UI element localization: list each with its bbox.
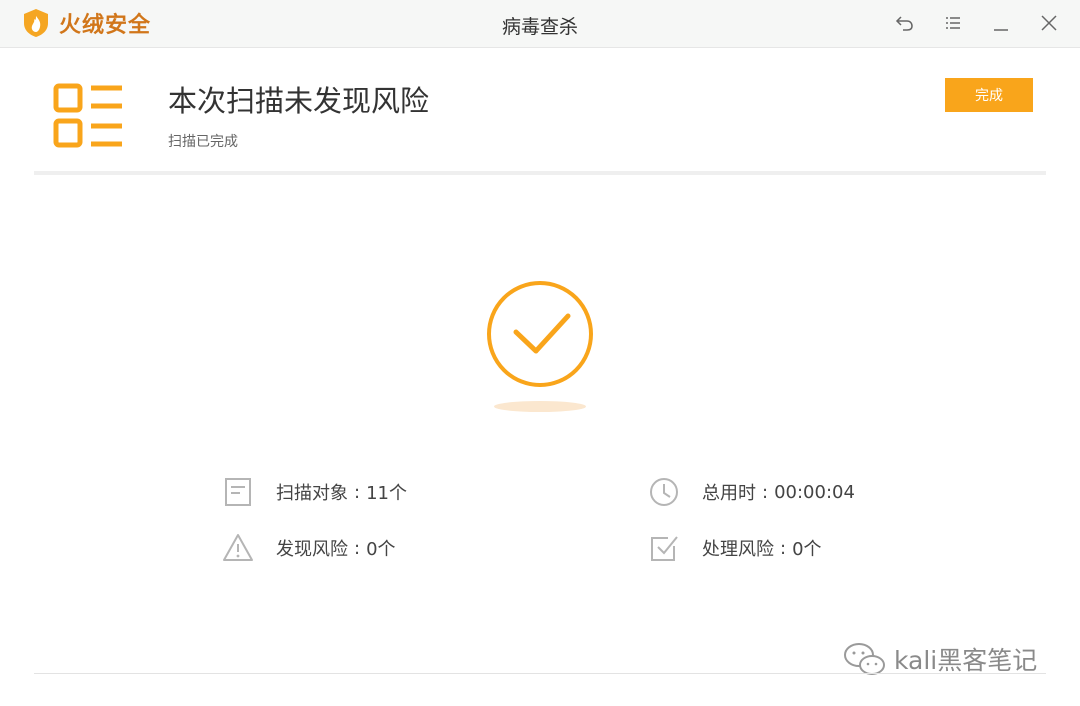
stat-label: 总用时 <box>702 483 756 504</box>
stat-separator: : <box>762 481 769 503</box>
menu-icon <box>946 17 960 29</box>
window-title: 病毒查杀 <box>501 16 578 38</box>
stat-scan-objects: 扫描对象 : 11个 <box>222 476 407 508</box>
stat-value: 0个 <box>366 539 396 560</box>
title-bar: 火绒安全 病毒查杀 <box>0 0 1080 48</box>
check-shadow <box>494 401 586 412</box>
stat-separator: : <box>354 537 361 559</box>
stat-separator: : <box>354 481 361 503</box>
watermark-text: kali黑客笔记 <box>894 646 1038 675</box>
stat-value: 0个 <box>792 539 822 560</box>
success-check-icon <box>487 281 593 387</box>
divider <box>34 171 1046 175</box>
document-icon <box>225 478 251 506</box>
warning-icon <box>223 534 253 561</box>
clock-icon <box>650 478 678 506</box>
stat-label: 发现风险 <box>276 539 348 560</box>
stat-risks-handled: 处理风险 : 0个 <box>648 532 822 564</box>
done-button[interactable]: 完成 <box>945 78 1033 112</box>
report-list-icon <box>53 83 122 148</box>
divider <box>34 673 1046 674</box>
scan-result-title: 本次扫描未发现风险 <box>168 84 430 118</box>
menu-button[interactable] <box>941 11 965 35</box>
back-button[interactable] <box>893 11 917 35</box>
stat-label: 扫描对象 <box>276 483 348 504</box>
stat-total-time: 总用时 : 00:00:04 <box>648 476 855 508</box>
stat-value: 11个 <box>366 483 407 504</box>
minimize-button[interactable] <box>989 11 1013 35</box>
stat-label: 处理风险 <box>702 539 774 560</box>
stat-risks-found: 发现风险 : 0个 <box>222 532 396 564</box>
scan-status-text: 扫描已完成 <box>168 134 238 150</box>
close-button[interactable] <box>1037 11 1061 35</box>
stat-value: 00:00:04 <box>774 481 855 503</box>
stat-separator: : <box>780 537 787 559</box>
checkbox-icon <box>651 536 678 561</box>
back-icon <box>895 16 913 31</box>
close-icon <box>1041 15 1057 31</box>
minimize-icon <box>994 29 1008 31</box>
